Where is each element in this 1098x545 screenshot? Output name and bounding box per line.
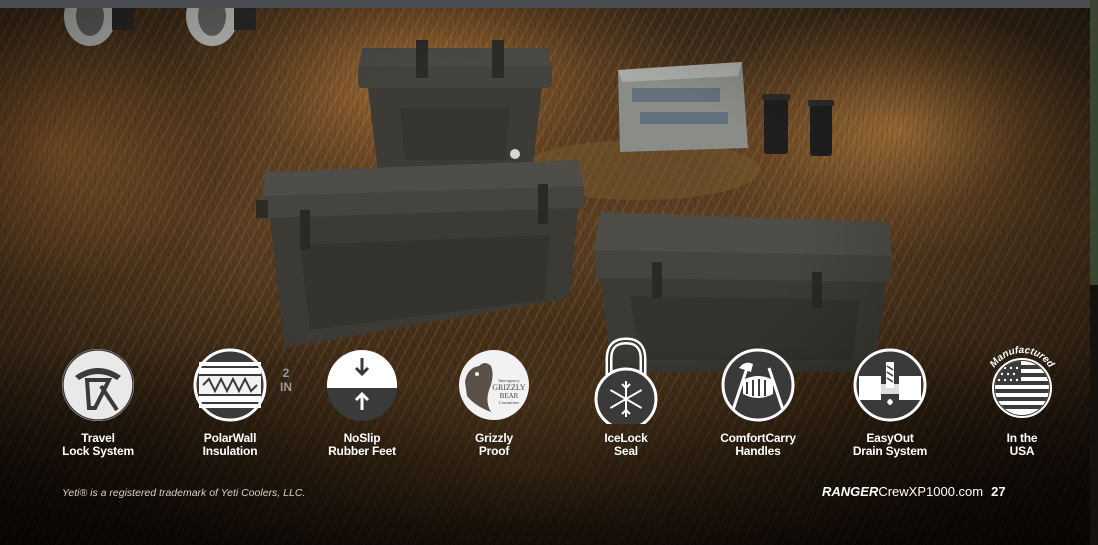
feature-label: EasyOut Drain System [852,431,928,458]
svg-text:Committee: Committee [499,400,519,405]
feature-label: PolarWall Insulation [202,431,258,458]
svg-text:GRIZZLY: GRIZZLY [492,383,526,392]
feature-travel-lock: Travel Lock System [40,346,156,466]
feature-noslip: NoSlip Rubber Feet [304,346,420,466]
svg-text:BEAR: BEAR [500,392,519,400]
trademark-notice: Yeti® is a registered trademark of Yeti … [62,487,306,499]
feature-label: In the USA [1006,431,1038,458]
icelock-padlock-icon [594,337,658,424]
feature-comfortcarry: ComfortCarry Handles [700,346,816,466]
feature-label: IceLock Seal [604,431,648,458]
feature-icelock: IceLock Seal [568,337,684,466]
polarwall-insulation-icon [193,348,267,422]
feature-label: Grizzly Proof [475,431,513,458]
noslip-feet-icon [327,350,397,421]
easyout-drain-icon [853,348,927,422]
feature-made-in-usa: Manufactured In the USA [964,346,1080,466]
page-number: 27 [991,484,1006,499]
feature-grizzly-proof: Interagency GRIZZLY BEAR Committee Grizz… [436,346,552,466]
feature-label: Travel Lock System [62,431,134,458]
footer-url-and-page: RANGERCrewXP1000.com 27 [822,484,1006,499]
feature-label: ComfortCarry Handles [720,431,796,458]
feature-label: NoSlip Rubber Feet [328,431,396,458]
feature-easyout-drain: EasyOut Drain System [832,346,948,466]
travel-lock-icon [62,349,134,421]
right-edge-panel [1090,0,1098,285]
brand-name: RANGER [822,484,879,499]
grizzly-bear-icon: Interagency GRIZZLY BEAR Committee [459,350,529,420]
usa-flag-icon: Manufactured [988,346,1057,418]
feature-icons-row: Travel Lock System 2 IN PolarWall Insula… [40,337,1080,466]
top-bar [0,0,1090,8]
comfortcarry-handle-icon [721,348,795,422]
site-domain: CrewXP1000.com [878,484,984,499]
two-inch-badge: 2 IN [280,366,292,394]
feature-polarwall: 2 IN PolarWall Insulation [172,346,292,466]
